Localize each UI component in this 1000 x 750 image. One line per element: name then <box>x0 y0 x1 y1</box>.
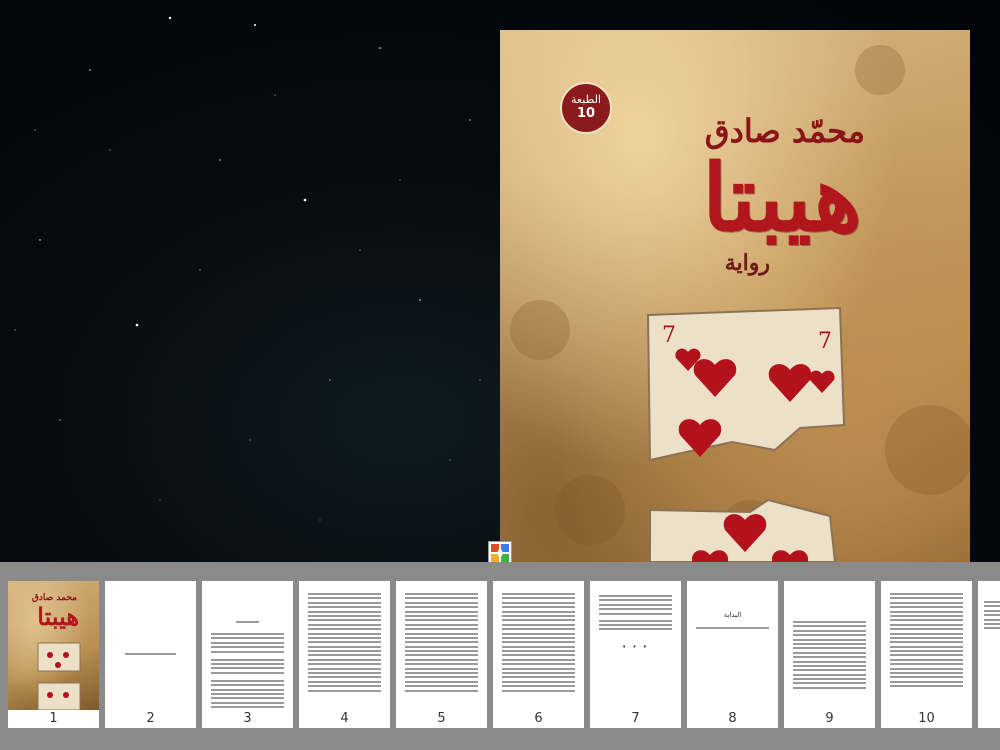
book-cover[interactable]: 7 7 الطبعة 10 محمّد صادق هيبتا رواية <box>500 30 970 562</box>
page-thumbnail-9[interactable] <box>784 581 875 710</box>
page-number-7: 7 <box>590 710 681 728</box>
page-thumbnail-10[interactable] <box>881 581 972 710</box>
page-number-11 <box>978 710 1000 728</box>
page-number-9: 9 <box>784 710 875 728</box>
page-number-10: 10 <box>881 710 972 728</box>
playing-card-top: 7 7 <box>646 306 846 462</box>
edition-number: 10 <box>576 105 596 121</box>
page-thumbnail-4[interactable] <box>299 581 390 710</box>
page-number-8: 8 <box>687 710 778 728</box>
edition-label: الطبعة <box>571 93 601 107</box>
page-thumbnail-6[interactable] <box>493 581 584 710</box>
page-thumbnail-5[interactable] <box>396 581 487 710</box>
edition-badge: الطبعة 10 <box>560 82 612 134</box>
svg-text:7: 7 <box>818 329 832 354</box>
page-number-2: 2 <box>105 710 196 728</box>
section-divider-dots: • • • <box>622 643 649 651</box>
page-thumbnail-11[interactable] <box>978 581 1000 710</box>
thumb-card-art <box>37 642 81 710</box>
cover-genre: رواية <box>724 250 770 276</box>
svg-text:7: 7 <box>662 323 676 348</box>
page-thumbnail-3[interactable] <box>202 581 293 710</box>
page-number-3: 3 <box>202 710 293 728</box>
page-number-4: 4 <box>299 710 390 728</box>
page-thumbnail-1[interactable]: محمد صادق هيبتا <box>8 581 99 710</box>
page-thumbnail-strip[interactable]: محمد صادق هيبتا 1 2 3 4 5 6 • • • 7 البد… <box>0 562 1000 750</box>
cover-title: هيبتا <box>702 144 862 252</box>
page-number-1: 1 <box>8 710 99 728</box>
page-number-6: 6 <box>493 710 584 728</box>
page-thumbnail-2[interactable] <box>105 581 196 710</box>
page-number-5: 5 <box>396 710 487 728</box>
page-thumbnail-7[interactable]: • • • <box>590 581 681 710</box>
page8-heading: البداية <box>723 611 742 619</box>
page-thumbnail-8[interactable]: البداية <box>687 581 778 710</box>
